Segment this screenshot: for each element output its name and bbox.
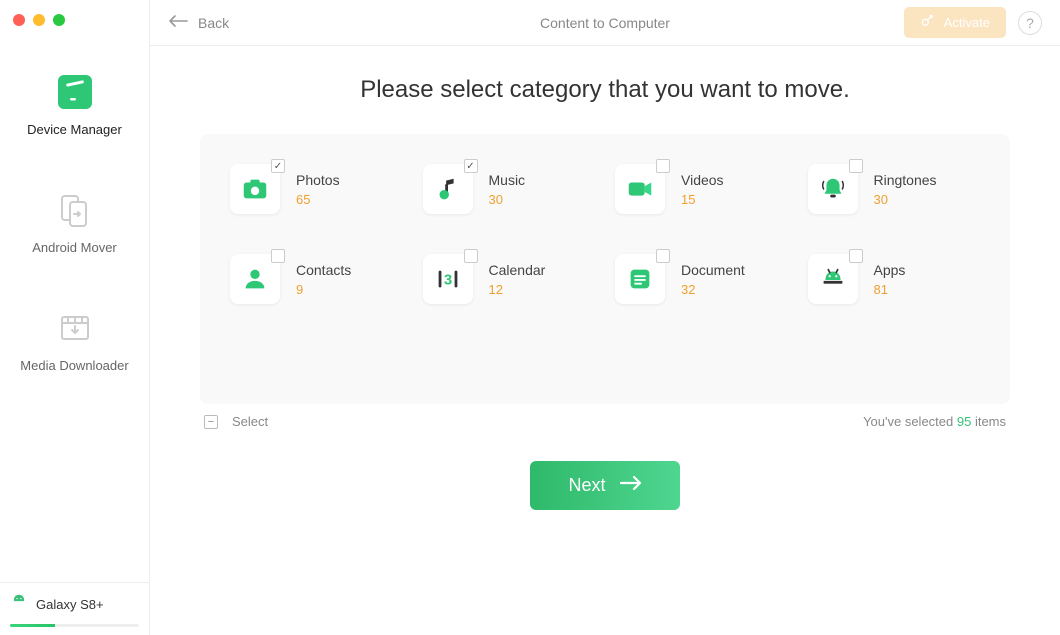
category-document[interactable]: Document 32 bbox=[615, 254, 788, 304]
android-icon bbox=[10, 593, 28, 616]
sidebar-item-android-mover[interactable]: Android Mover bbox=[32, 192, 117, 255]
selection-summary: − Select You've selected 95 items bbox=[200, 404, 1010, 439]
contacts-icon bbox=[230, 254, 280, 304]
help-button[interactable]: ? bbox=[1018, 11, 1042, 35]
category-checkbox[interactable] bbox=[656, 159, 670, 173]
sidebar-item-label: Media Downloader bbox=[20, 358, 128, 373]
category-label: Music bbox=[489, 172, 526, 188]
ringtones-icon bbox=[808, 164, 858, 214]
arrow-left-icon bbox=[168, 14, 188, 31]
category-count: 15 bbox=[681, 192, 724, 207]
category-checkbox[interactable] bbox=[271, 249, 285, 263]
select-all-toggle[interactable]: − bbox=[204, 415, 218, 429]
summary-prefix: You've selected bbox=[863, 414, 957, 429]
back-label: Back bbox=[198, 15, 229, 31]
calendar-icon: 3 bbox=[423, 254, 473, 304]
category-ringtones[interactable]: Ringtones 30 bbox=[808, 164, 981, 214]
category-count: 81 bbox=[874, 282, 906, 297]
activate-button[interactable]: Activate bbox=[904, 7, 1006, 38]
main-panel: Back Content to Computer Activate ? Plea… bbox=[150, 0, 1060, 635]
category-label: Videos bbox=[681, 172, 724, 188]
category-contacts[interactable]: Contacts 9 bbox=[230, 254, 403, 304]
category-count: 9 bbox=[296, 282, 351, 297]
category-label: Contacts bbox=[296, 262, 351, 278]
device-manager-icon bbox=[57, 74, 93, 110]
category-count: 32 bbox=[681, 282, 745, 297]
maximize-window-button[interactable] bbox=[53, 14, 65, 26]
android-mover-icon bbox=[56, 192, 92, 228]
topbar: Back Content to Computer Activate ? bbox=[150, 0, 1060, 46]
category-videos[interactable]: Videos 15 bbox=[615, 164, 788, 214]
category-photos[interactable]: Photos 65 bbox=[230, 164, 403, 214]
category-panel: Photos 65 Music 30 Videos 15 Ringtones 30 Contac… bbox=[200, 134, 1010, 404]
category-apps[interactable]: Apps 81 bbox=[808, 254, 981, 304]
category-count: 30 bbox=[874, 192, 937, 207]
device-status-bar: Galaxy S8+ bbox=[0, 582, 149, 635]
category-calendar[interactable]: 3 Calendar 12 bbox=[423, 254, 596, 304]
category-label: Photos bbox=[296, 172, 340, 188]
window-controls bbox=[0, 0, 149, 36]
arrow-right-icon bbox=[620, 475, 642, 496]
category-label: Apps bbox=[874, 262, 906, 278]
category-label: Ringtones bbox=[874, 172, 937, 188]
sidebar-item-device-manager[interactable]: Device Manager bbox=[27, 74, 122, 137]
next-label: Next bbox=[568, 475, 605, 496]
summary-suffix: items bbox=[971, 414, 1006, 429]
select-label: Select bbox=[232, 414, 268, 429]
page-title: Content to Computer bbox=[540, 15, 670, 31]
media-downloader-icon bbox=[57, 310, 93, 346]
videos-icon bbox=[615, 164, 665, 214]
category-count: 12 bbox=[489, 282, 546, 297]
key-icon bbox=[920, 13, 936, 32]
sidebar-item-label: Device Manager bbox=[27, 122, 122, 137]
instruction-heading: Please select category that you want to … bbox=[360, 76, 850, 104]
activate-label: Activate bbox=[944, 15, 990, 30]
category-checkbox[interactable] bbox=[271, 159, 285, 173]
sidebar: Device Manager Android Mover Media Downl… bbox=[0, 0, 150, 635]
category-checkbox[interactable] bbox=[849, 249, 863, 263]
minimize-window-button[interactable] bbox=[33, 14, 45, 26]
category-count: 30 bbox=[489, 192, 526, 207]
device-name: Galaxy S8+ bbox=[36, 597, 104, 612]
document-icon bbox=[615, 254, 665, 304]
category-checkbox[interactable] bbox=[464, 249, 478, 263]
apps-icon bbox=[808, 254, 858, 304]
category-checkbox[interactable] bbox=[656, 249, 670, 263]
sidebar-item-media-downloader[interactable]: Media Downloader bbox=[20, 310, 128, 373]
category-count: 65 bbox=[296, 192, 340, 207]
device-storage-bar bbox=[10, 624, 139, 627]
category-label: Calendar bbox=[489, 262, 546, 278]
sidebar-item-label: Android Mover bbox=[32, 240, 117, 255]
category-label: Document bbox=[681, 262, 745, 278]
back-button[interactable]: Back bbox=[168, 14, 229, 31]
category-checkbox[interactable] bbox=[849, 159, 863, 173]
category-music[interactable]: Music 30 bbox=[423, 164, 596, 214]
svg-text:3: 3 bbox=[443, 272, 451, 289]
summary-count: 95 bbox=[957, 414, 971, 429]
next-button[interactable]: Next bbox=[530, 461, 679, 510]
close-window-button[interactable] bbox=[13, 14, 25, 26]
category-checkbox[interactable] bbox=[464, 159, 478, 173]
music-icon bbox=[423, 164, 473, 214]
photos-icon bbox=[230, 164, 280, 214]
